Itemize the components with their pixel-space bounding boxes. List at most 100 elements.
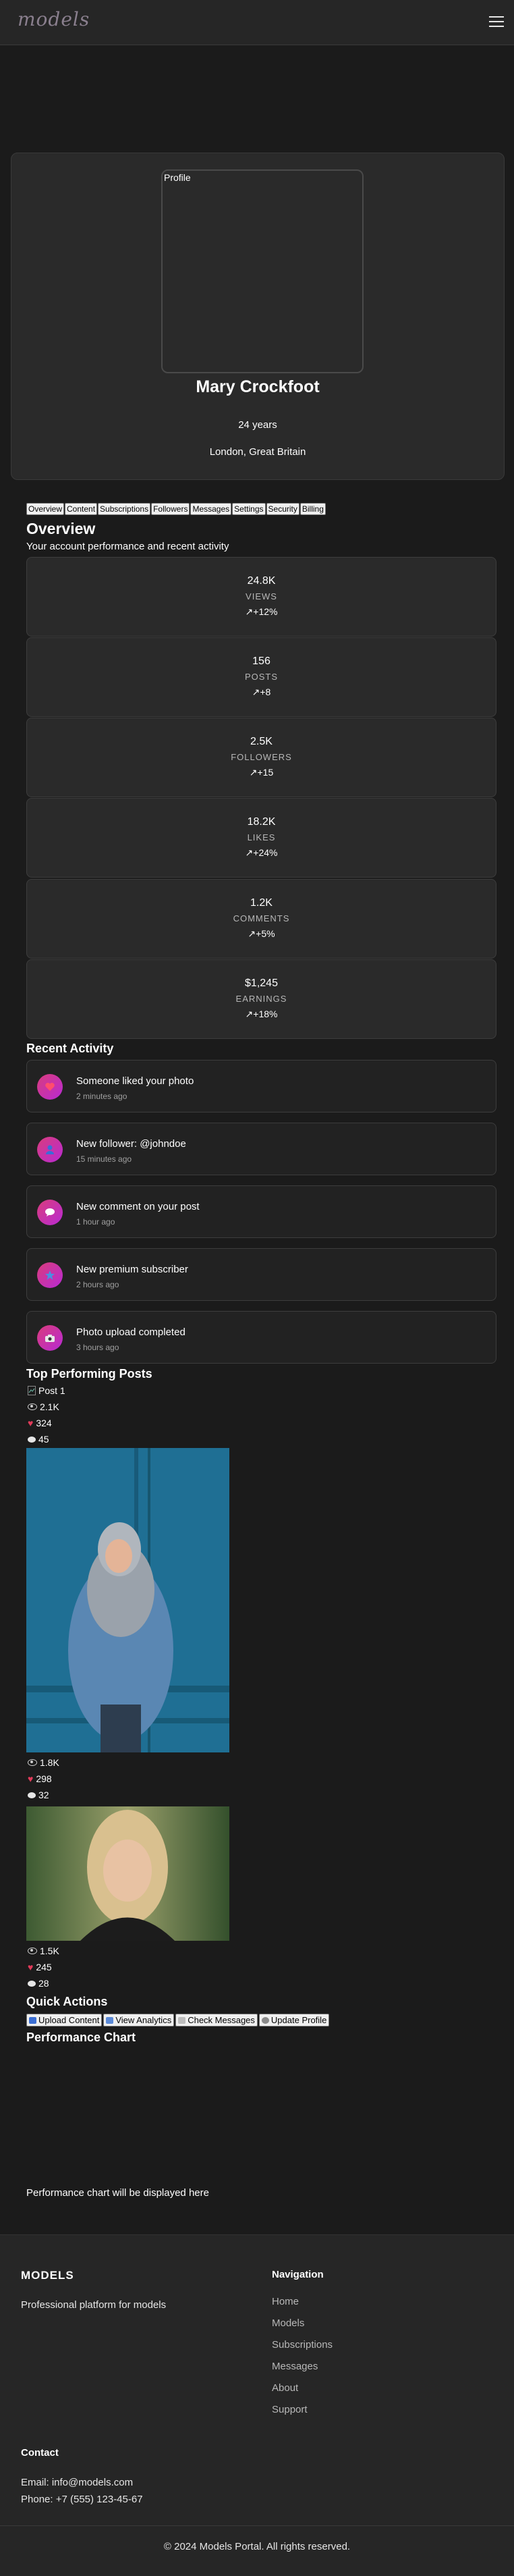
comment-icon bbox=[28, 1792, 36, 1798]
tab-settings[interactable]: Settings bbox=[232, 503, 266, 515]
tab-overview[interactable]: Overview bbox=[26, 503, 65, 515]
site-logo[interactable]: models bbox=[18, 8, 90, 30]
stat-card-views: 24.8K VIEWS ↗+12% bbox=[26, 557, 496, 637]
footer-tagline: Professional platform for models bbox=[21, 2299, 167, 2311]
stat-value: 18.2K bbox=[247, 816, 276, 828]
stat-card-followers: 2.5K FOLLOWERS ↗+15 bbox=[26, 718, 496, 797]
activity-item[interactable]: New follower: @johndoe 15 minutes ago bbox=[26, 1123, 496, 1175]
stat-value: 2.5K bbox=[250, 736, 273, 747]
stat-label: FOLLOWERS bbox=[231, 752, 292, 762]
footer-divider bbox=[0, 2525, 514, 2526]
activity-time: 2 minutes ago bbox=[76, 1092, 127, 1101]
comments-count: 45 bbox=[38, 1434, 49, 1445]
heart-icon bbox=[37, 1074, 63, 1100]
activity-time: 1 hour ago bbox=[76, 1217, 115, 1227]
footer-contact-title: Contact bbox=[21, 2447, 59, 2459]
views-count: 1.8K bbox=[40, 1757, 59, 1768]
stat-change: ↗+24% bbox=[245, 847, 278, 858]
user-icon bbox=[37, 1137, 63, 1162]
profile-location: London, Great Britain bbox=[209, 446, 306, 458]
post-1-image-alt[interactable]: Post 1 bbox=[28, 1385, 65, 1396]
stat-change: ↗+15 bbox=[249, 767, 274, 778]
button-label: View Analytics bbox=[115, 2015, 172, 2025]
activity-item[interactable]: New premium subscriber 2 hours ago bbox=[26, 1248, 496, 1301]
button-label: Update Profile bbox=[270, 2015, 327, 2025]
post-3-image[interactable] bbox=[26, 1806, 229, 1941]
stat-card-posts: 156 POSTS ↗+8 bbox=[26, 637, 496, 717]
settings-icon bbox=[261, 2016, 269, 2024]
overview-title: Overview bbox=[26, 520, 96, 537]
post-2-views: 1.8K bbox=[28, 1757, 59, 1768]
tab-followers[interactable]: Followers bbox=[151, 503, 190, 515]
likes-count: 324 bbox=[36, 1418, 52, 1428]
heart-icon: ♥ bbox=[28, 1962, 34, 1973]
stat-card-earnings: $1,245 EARNINGS ↗+18% bbox=[26, 959, 496, 1039]
check-messages-button[interactable]: Check Messages bbox=[175, 2014, 258, 2027]
activity-item[interactable]: New comment on your post 1 hour ago bbox=[26, 1185, 496, 1238]
likes-count: 298 bbox=[36, 1773, 52, 1784]
stat-label: VIEWS bbox=[246, 591, 277, 601]
footer-link-about[interactable]: About bbox=[272, 2382, 298, 2394]
profile-photo: Profile bbox=[161, 169, 364, 373]
update-profile-button[interactable]: Update Profile bbox=[258, 2014, 330, 2027]
footer-phone: Phone: +7 (555) 123-45-67 bbox=[21, 2494, 143, 2505]
comment-icon bbox=[37, 1200, 63, 1225]
stat-value: 156 bbox=[252, 655, 270, 667]
quick-actions-bar: Upload Content View Analytics Check Mess… bbox=[26, 2014, 330, 2027]
tab-content[interactable]: Content bbox=[65, 503, 98, 515]
overview-subtitle: Your account performance and recent acti… bbox=[26, 541, 229, 552]
footer-link-subscriptions[interactable]: Subscriptions bbox=[272, 2339, 333, 2351]
profile-age: 24 years bbox=[238, 419, 277, 431]
footer-copyright: © 2024 Models Portal. All rights reserve… bbox=[163, 2541, 351, 2552]
broken-image-alt: Profile bbox=[164, 172, 191, 183]
footer-nav-title: Navigation bbox=[272, 2269, 324, 2280]
activity-text: Photo upload completed bbox=[76, 1326, 185, 1338]
post-1-likes: ♥ 324 bbox=[28, 1418, 52, 1428]
quick-actions-title: Quick Actions bbox=[26, 1995, 108, 2008]
activity-item[interactable]: Photo upload completed 3 hours ago bbox=[26, 1311, 496, 1364]
tab-security[interactable]: Security bbox=[266, 503, 299, 515]
tab-subscriptions[interactable]: Subscriptions bbox=[98, 503, 151, 515]
chart-placeholder: Performance chart will be displayed here bbox=[26, 2187, 209, 2199]
views-count: 1.5K bbox=[40, 1946, 59, 1956]
eye-icon bbox=[28, 1948, 37, 1954]
recent-activity-title: Recent Activity bbox=[26, 1042, 114, 1055]
stat-change: ↗+5% bbox=[248, 928, 275, 939]
post-3-likes: ♥ 245 bbox=[28, 1962, 52, 1973]
activity-item[interactable]: Someone liked your photo 2 minutes ago bbox=[26, 1060, 496, 1112]
messages-icon bbox=[178, 2016, 186, 2024]
footer-email: Email: info@models.com bbox=[21, 2477, 134, 2488]
analytics-icon bbox=[106, 2016, 114, 2024]
stat-value: $1,245 bbox=[245, 977, 278, 989]
stat-card-likes: 18.2K LIKES ↗+24% bbox=[26, 798, 496, 878]
stat-change: ↗+18% bbox=[245, 1009, 278, 1019]
performance-chart-title: Performance Chart bbox=[26, 2031, 136, 2044]
post-1-comments: 45 bbox=[28, 1434, 49, 1445]
post-3-comments: 28 bbox=[28, 1978, 49, 1989]
activity-text: New comment on your post bbox=[76, 1201, 200, 1212]
hamburger-menu-icon[interactable] bbox=[489, 16, 504, 27]
site-footer: MODELS Professional platform for models … bbox=[0, 2234, 514, 2576]
upload-content-button[interactable]: Upload Content bbox=[26, 2014, 103, 2027]
stat-card-comments: 1.2K COMMENTS ↗+5% bbox=[26, 879, 496, 959]
footer-link-home[interactable]: Home bbox=[272, 2296, 299, 2307]
post-2-image[interactable] bbox=[26, 1448, 229, 1752]
post-3-views: 1.5K bbox=[28, 1946, 59, 1956]
view-analytics-button[interactable]: View Analytics bbox=[103, 2014, 175, 2027]
views-count: 2.1K bbox=[40, 1401, 59, 1412]
footer-link-support[interactable]: Support bbox=[272, 2404, 308, 2415]
footer-link-models[interactable]: Models bbox=[272, 2317, 304, 2329]
upload-icon bbox=[29, 2016, 36, 2024]
stat-change: ↗+8 bbox=[252, 687, 271, 697]
tab-billing[interactable]: Billing bbox=[299, 503, 326, 515]
heart-icon: ♥ bbox=[28, 1418, 34, 1428]
activity-time: 15 minutes ago bbox=[76, 1154, 132, 1164]
post-2-comments: 32 bbox=[28, 1790, 49, 1800]
tab-messages[interactable]: Messages bbox=[190, 503, 232, 515]
broken-image-icon bbox=[28, 1386, 36, 1395]
footer-link-messages[interactable]: Messages bbox=[272, 2361, 318, 2372]
comments-count: 28 bbox=[38, 1978, 49, 1989]
post-1-views: 2.1K bbox=[28, 1401, 59, 1412]
stat-label: LIKES bbox=[247, 832, 276, 842]
profile-name: Mary Crockfoot bbox=[196, 377, 320, 396]
